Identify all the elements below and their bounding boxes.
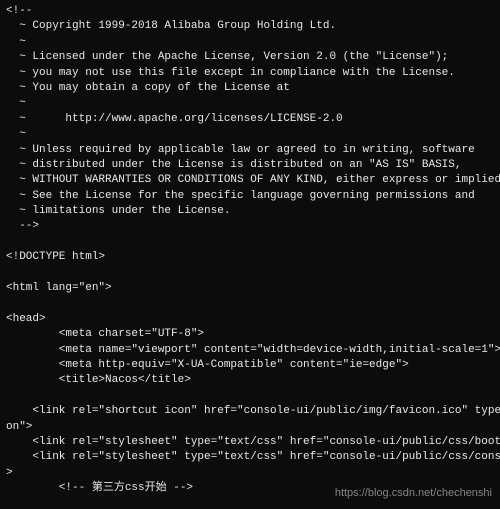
watermark-text: https://blog.csdn.net/chechenshi bbox=[335, 486, 492, 501]
code-viewport: <!-- ~ Copyright 1999-2018 Alibaba Group… bbox=[0, 0, 500, 509]
source-code-block: <!-- ~ Copyright 1999-2018 Alibaba Group… bbox=[0, 0, 500, 509]
